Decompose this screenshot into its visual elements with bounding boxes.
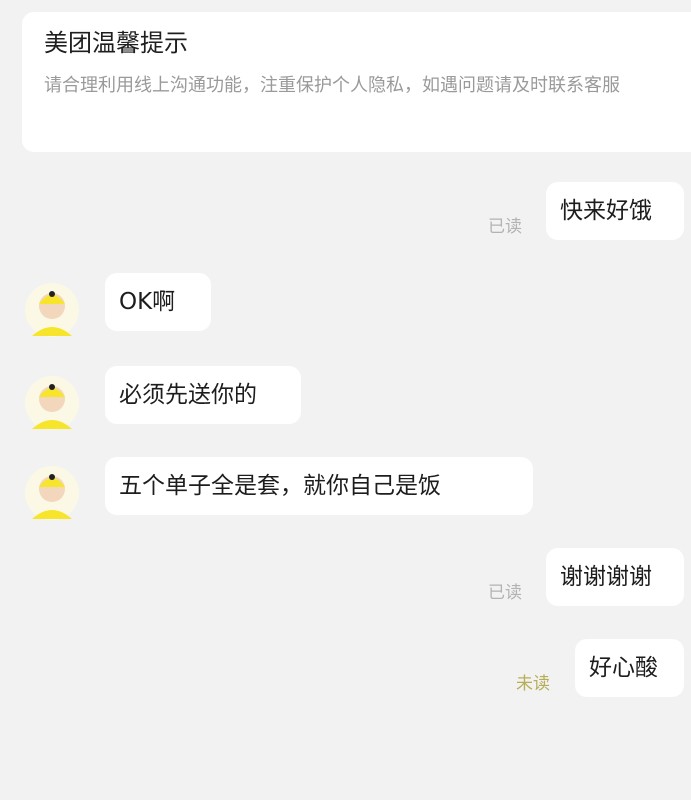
incoming-message-bubble[interactable]: 五个单子全是套，就你自己是饭	[105, 457, 533, 515]
read-status: 已读	[488, 583, 522, 603]
rider-avatar-icon[interactable]	[24, 465, 80, 521]
outgoing-message-bubble[interactable]: 谢谢谢谢	[546, 548, 684, 606]
notice-card: 美团温馨提示 请合理利用线上沟通功能，注重保护个人隐私，如遇问题请及时联系客服	[22, 12, 691, 152]
rider-avatar-icon[interactable]	[24, 282, 80, 338]
message-text: 快来好饿	[560, 198, 652, 224]
incoming-message-bubble[interactable]: 必须先送你的	[105, 366, 301, 424]
notice-body: 请合理利用线上沟通功能，注重保护个人隐私，如遇问题请及时联系客服	[44, 75, 620, 96]
unread-status: 未读	[516, 674, 550, 694]
outgoing-message-bubble[interactable]: 好心酸	[575, 639, 684, 697]
message-text: OK啊	[119, 289, 176, 315]
message-text: 谢谢谢谢	[560, 564, 652, 590]
message-text: 五个单子全是套，就你自己是饭	[119, 473, 441, 499]
outgoing-message-bubble[interactable]: 快来好饿	[546, 182, 684, 240]
message-text: 必须先送你的	[119, 382, 257, 408]
read-status: 已读	[488, 217, 522, 237]
notice-title: 美团温馨提示	[44, 29, 188, 57]
message-text: 好心酸	[589, 655, 658, 681]
rider-avatar-icon[interactable]	[24, 375, 80, 431]
incoming-message-bubble[interactable]: OK啊	[105, 273, 211, 331]
